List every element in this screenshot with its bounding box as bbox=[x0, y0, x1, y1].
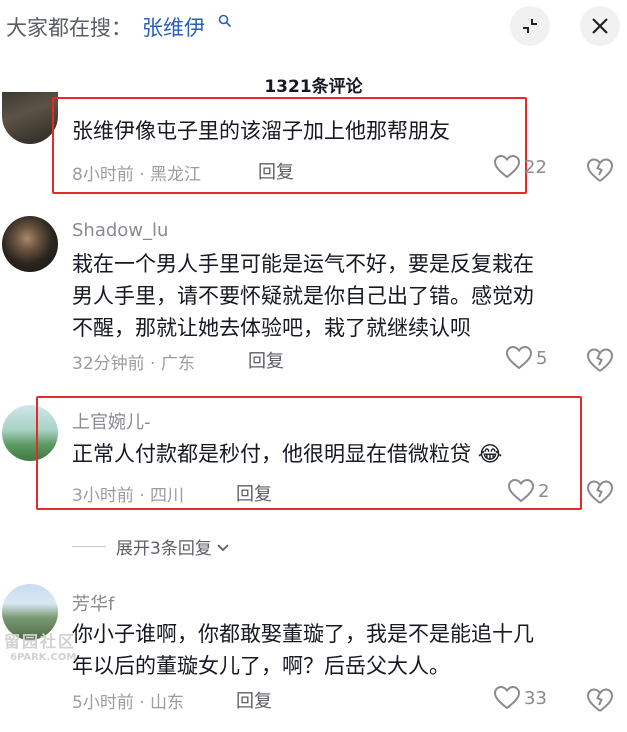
comment-content: 张维伊像屯子里的该溜子加上他那帮朋友 bbox=[72, 119, 450, 143]
reply-button[interactable]: 回复 bbox=[236, 480, 272, 506]
like-button[interactable]: 2 bbox=[508, 479, 549, 503]
comment-content-line: 男人手里，请不要怀疑就是你自己出了错。感觉劝 bbox=[72, 284, 534, 308]
comment-meta: 5小时前 · 山东 bbox=[72, 693, 185, 713]
like-count: 22 bbox=[524, 156, 547, 178]
like-count: 2 bbox=[538, 480, 550, 502]
search-icon[interactable] bbox=[218, 14, 232, 28]
heart-icon bbox=[508, 479, 534, 503]
watermark-sub: 6PARK.COM bbox=[10, 652, 77, 663]
like-count: 33 bbox=[524, 687, 547, 709]
reply-button[interactable]: 回复 bbox=[236, 687, 272, 713]
comment-content-text: 正常人付款都是秒付，他很明显在借微粒贷 bbox=[72, 442, 471, 466]
comment-content-line: 不醒，那就让她去体验吧，栽了就继续认呗 bbox=[72, 316, 471, 340]
expand-replies-button[interactable]: 展开3条回复 bbox=[72, 534, 231, 559]
collapse-button[interactable] bbox=[510, 6, 550, 46]
laughing-emoji: 😂 bbox=[477, 442, 503, 466]
like-button[interactable]: 33 bbox=[494, 686, 547, 710]
comment-content-line: 年以后的董璇女儿了，啊？后岳父大人。 bbox=[72, 654, 450, 678]
avatar[interactable] bbox=[2, 216, 58, 272]
like-count: 5 bbox=[536, 347, 548, 369]
avatar[interactable] bbox=[2, 92, 58, 144]
dislike-icon[interactable] bbox=[586, 478, 614, 506]
chevron-down-icon bbox=[217, 543, 229, 551]
comment-meta: 32分钟前 · 广东 bbox=[72, 354, 195, 374]
comment-count: 1321条评论 bbox=[264, 77, 363, 97]
close-button[interactable] bbox=[580, 6, 620, 46]
dislike-icon[interactable] bbox=[586, 156, 614, 184]
comment-username[interactable]: 上官婉儿- bbox=[72, 408, 151, 434]
search-prefix: 大家都在搜： bbox=[6, 16, 132, 40]
top-bar: 大家都在搜： 张维伊 bbox=[0, 0, 627, 56]
close-icon bbox=[592, 18, 608, 34]
comment-content-line: 你小子谁啊，你都敢娶董璇了，我是不是能追十几 bbox=[72, 622, 534, 646]
heart-icon bbox=[506, 346, 532, 370]
heart-icon bbox=[494, 155, 520, 179]
comment-meta: 3小时前 · 四川 bbox=[72, 486, 185, 506]
like-button[interactable]: 22 bbox=[494, 155, 547, 179]
watermark: 留园社区 bbox=[4, 632, 77, 651]
comment-content-line: 栽在一个男人手里可能是运气不好，要是反复栽在 bbox=[72, 252, 534, 276]
divider bbox=[72, 546, 106, 547]
search-suggestion-link[interactable]: 张维伊 bbox=[142, 12, 205, 42]
reply-button[interactable]: 回复 bbox=[248, 347, 284, 373]
comment-content: 正常人付款都是秒付，他很明显在借微粒贷 😂 bbox=[72, 438, 502, 470]
collapse-icon bbox=[523, 19, 537, 33]
comment-username[interactable]: 芳华f bbox=[72, 590, 114, 616]
comment-username[interactable]: Shadow_lu bbox=[72, 220, 168, 241]
expand-replies-label: 展开3条回复 bbox=[116, 539, 212, 559]
heart-icon bbox=[494, 686, 520, 710]
comment-content: 栽在一个男人手里可能是运气不好，要是反复栽在 男人手里，请不要怀疑就是你自己出了… bbox=[72, 248, 534, 344]
comment-meta: 8小时前 · 黑龙江 bbox=[72, 165, 202, 185]
dislike-icon[interactable] bbox=[586, 686, 614, 714]
like-button[interactable]: 5 bbox=[506, 346, 547, 370]
comment-content: 你小子谁啊，你都敢娶董璇了，我是不是能追十几 年以后的董璇女儿了，啊？后岳父大人… bbox=[72, 618, 534, 682]
dislike-icon[interactable] bbox=[586, 346, 614, 374]
reply-button[interactable]: 回复 bbox=[258, 158, 294, 184]
